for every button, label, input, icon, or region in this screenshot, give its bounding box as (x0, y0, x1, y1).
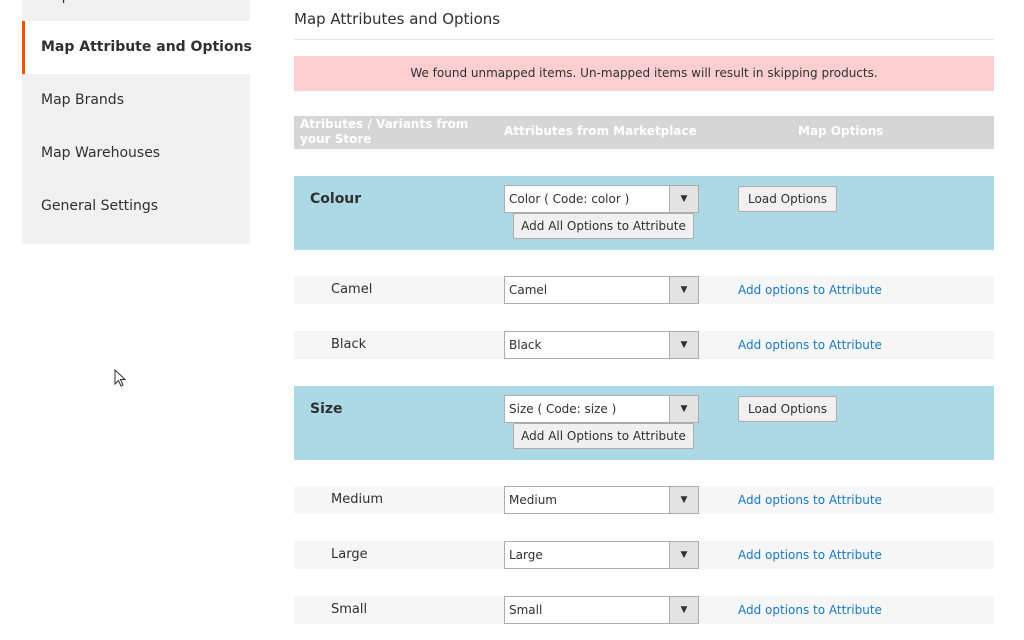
add-options-link[interactable]: Add options to Attribute (738, 596, 882, 624)
select-value: Large (509, 548, 543, 562)
option-row: Black Black ▼ Add options to Attribute (294, 331, 994, 359)
sidebar-item-map-warehouses[interactable]: Map Warehouses (22, 127, 250, 180)
sidebar-item-map-products[interactable]: Map Products (22, 0, 250, 23)
load-options-button[interactable]: Load Options (738, 396, 837, 422)
add-all-options-button[interactable]: Add All Options to Attribute (513, 213, 694, 239)
option-row: Medium Medium ▼ Add options to Attribute (294, 486, 994, 514)
option-name: Large (331, 547, 368, 562)
select-value: Color ( Code: color ) (509, 192, 630, 206)
load-options-button[interactable]: Load Options (738, 186, 837, 212)
attribute-name: Colour (310, 191, 362, 207)
marketplace-attribute-select[interactable]: Size ( Code: size ) ▼ (504, 395, 699, 423)
add-options-link[interactable]: Add options to Attribute (738, 331, 882, 359)
page-title: Map Attributes and Options (294, 10, 501, 28)
chevron-down-icon: ▼ (669, 332, 698, 358)
marketplace-attribute-select[interactable]: Color ( Code: color ) ▼ (504, 185, 699, 213)
sidebar-item-map-brands[interactable]: Map Brands (22, 74, 250, 127)
marketplace-option-select[interactable]: Black ▼ (504, 331, 699, 359)
marketplace-option-select[interactable]: Small ▼ (504, 596, 699, 624)
attribute-group-row: Colour Color ( Code: color ) ▼ Add All O… (294, 176, 994, 250)
attribute-name: Size (310, 401, 343, 417)
option-name: Small (331, 602, 368, 617)
option-row: Large Large ▼ Add options to Attribute (294, 541, 994, 569)
add-options-link[interactable]: Add options to Attribute (738, 276, 882, 304)
option-name: Camel (331, 282, 373, 297)
select-value: Size ( Code: size ) (509, 402, 617, 416)
chevron-down-icon: ▼ (669, 542, 698, 568)
sidebar-nav: Map Products Map Attribute and Options M… (22, 0, 252, 244)
mouse-pointer-icon (114, 369, 127, 387)
title-divider (294, 39, 994, 40)
marketplace-option-select[interactable]: Camel ▼ (504, 276, 699, 304)
chevron-down-icon: ▼ (669, 597, 698, 623)
option-row: Camel Camel ▼ Add options to Attribute (294, 276, 994, 304)
select-value: Small (509, 603, 543, 617)
add-options-link[interactable]: Add options to Attribute (738, 486, 882, 514)
chevron-down-icon: ▼ (669, 396, 698, 422)
option-name: Medium (331, 492, 383, 507)
add-all-options-button[interactable]: Add All Options to Attribute (513, 423, 694, 449)
select-value: Black (509, 338, 542, 352)
table-header: Atributes / Variants from your Store Att… (294, 116, 994, 149)
chevron-down-icon: ▼ (669, 277, 698, 303)
marketplace-option-select[interactable]: Large ▼ (504, 541, 699, 569)
chevron-down-icon: ▼ (669, 186, 698, 212)
marketplace-option-select[interactable]: Medium ▼ (504, 486, 699, 514)
header-map-options: Map Options (798, 124, 884, 138)
header-marketplace-attributes: Attributes from Marketplace (504, 124, 697, 138)
attribute-group-row: Size Size ( Code: size ) ▼ Add All Optio… (294, 386, 994, 460)
add-options-link[interactable]: Add options to Attribute (738, 541, 882, 569)
chevron-down-icon: ▼ (669, 487, 698, 513)
header-store-attributes: Atributes / Variants from your Store (300, 117, 469, 146)
unmapped-warning-alert: We found unmapped items. Un-mapped items… (294, 56, 994, 91)
select-value: Medium (509, 493, 557, 507)
option-name: Black (331, 337, 367, 352)
sidebar-item-general-settings[interactable]: General Settings (22, 180, 250, 233)
option-row: Small Small ▼ Add options to Attribute (294, 596, 994, 624)
select-value: Camel (509, 283, 548, 297)
sidebar-item-map-attribute-and-options[interactable]: Map Attribute and Options (22, 21, 252, 74)
